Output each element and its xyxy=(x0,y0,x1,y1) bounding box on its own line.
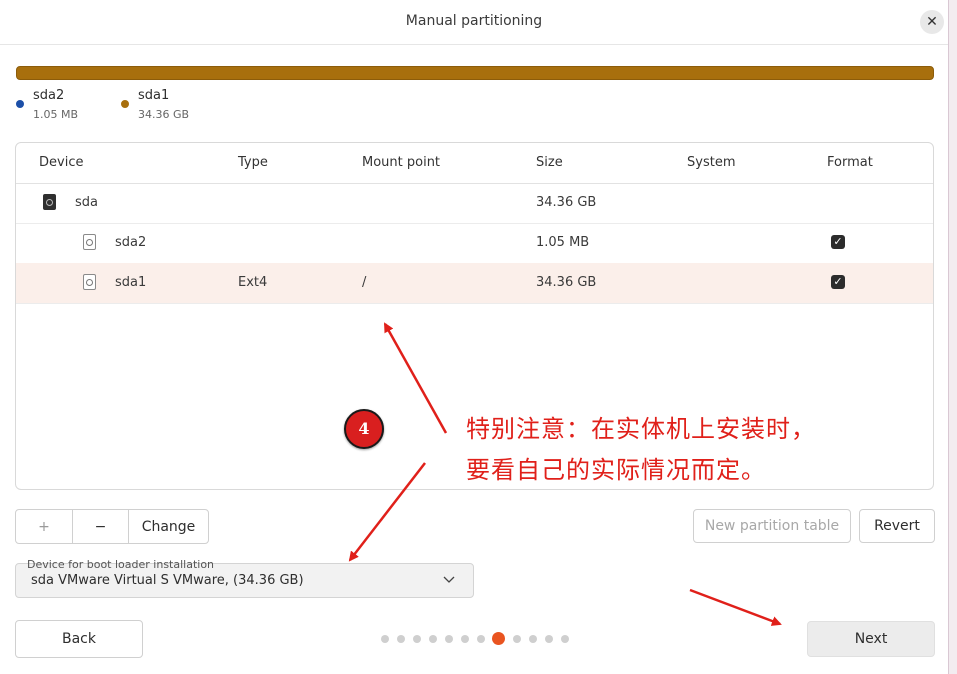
cell-device: sda xyxy=(75,195,98,210)
table-row-sda2[interactable]: sda2 1.05 MB ✓ xyxy=(16,223,933,264)
boot-loader-label: Device for boot loader installation xyxy=(27,558,215,571)
step-number-badge: 4 xyxy=(344,409,384,449)
legend-size: 34.36 GB xyxy=(138,108,190,121)
header-format[interactable]: Format xyxy=(827,155,873,170)
legend-dot xyxy=(121,100,129,108)
next-button[interactable]: Next xyxy=(807,621,935,657)
header-size[interactable]: Size xyxy=(536,155,563,170)
table-row-sda[interactable]: sda 34.36 GB xyxy=(16,183,933,224)
header-device[interactable]: Device xyxy=(39,155,83,170)
cell-size: 1.05 MB xyxy=(536,235,590,250)
cell-type: Ext4 xyxy=(238,275,268,290)
format-checkbox[interactable]: ✓ xyxy=(831,275,845,289)
revert-button[interactable]: Revert xyxy=(859,509,935,543)
header-system[interactable]: System xyxy=(687,155,735,170)
window-title: Manual partitioning xyxy=(405,13,543,29)
legend-dot xyxy=(16,100,24,108)
cell-mount: / xyxy=(362,275,367,290)
change-partition-button[interactable]: Change xyxy=(129,510,208,543)
boot-loader-value: sda VMware Virtual S VMware, (34.36 GB) xyxy=(31,573,304,588)
disk-usage-bar xyxy=(16,66,934,80)
legend-name: sda1 xyxy=(138,88,170,103)
partition-actions: + − Change xyxy=(15,509,209,544)
partition-icon xyxy=(83,234,96,250)
remove-partition-button[interactable]: − xyxy=(73,510,128,543)
chevron-down-icon xyxy=(443,576,455,583)
annotation-text-line2: 要看自己的实际情况而定。 xyxy=(466,456,766,484)
drive-harddisk-icon xyxy=(43,194,56,210)
back-button[interactable]: Back xyxy=(15,620,143,658)
step-dot xyxy=(445,635,453,643)
cell-device: sda2 xyxy=(115,235,147,250)
legend-name: sda2 xyxy=(33,88,65,103)
step-dot xyxy=(461,635,469,643)
step-dot xyxy=(397,635,405,643)
step-dot xyxy=(413,635,421,643)
header-type[interactable]: Type xyxy=(238,155,268,170)
step-dot xyxy=(429,635,437,643)
new-partition-table-button[interactable]: New partition table xyxy=(693,509,851,543)
step-dot xyxy=(561,635,569,643)
step-dot xyxy=(381,635,389,643)
format-checkbox[interactable]: ✓ xyxy=(831,235,845,249)
table-header: Device Type Mount point Size System Form… xyxy=(16,143,933,184)
partition-icon xyxy=(83,274,96,290)
step-dot-active xyxy=(492,632,505,645)
legend-size: 1.05 MB xyxy=(33,108,79,121)
close-button[interactable]: ✕ xyxy=(920,10,944,34)
arrow-to-next xyxy=(689,588,782,626)
cell-size: 34.36 GB xyxy=(536,275,597,290)
table-row-sda1[interactable]: sda1 Ext4 / 34.36 GB ✓ xyxy=(16,263,933,304)
close-icon: ✕ xyxy=(926,14,938,30)
header-mount-point[interactable]: Mount point xyxy=(362,155,440,170)
step-dot xyxy=(513,635,521,643)
title-bar: Manual partitioning ✕ xyxy=(0,0,948,45)
step-dot xyxy=(545,635,553,643)
window-edge xyxy=(948,0,957,674)
cell-device: sda1 xyxy=(115,275,147,290)
annotation-text-line1: 特别注意：在实体机上安装时， xyxy=(466,415,816,443)
step-dot xyxy=(477,635,485,643)
step-dot xyxy=(529,635,537,643)
add-partition-button[interactable]: + xyxy=(16,510,72,543)
cell-size: 34.36 GB xyxy=(536,195,597,210)
